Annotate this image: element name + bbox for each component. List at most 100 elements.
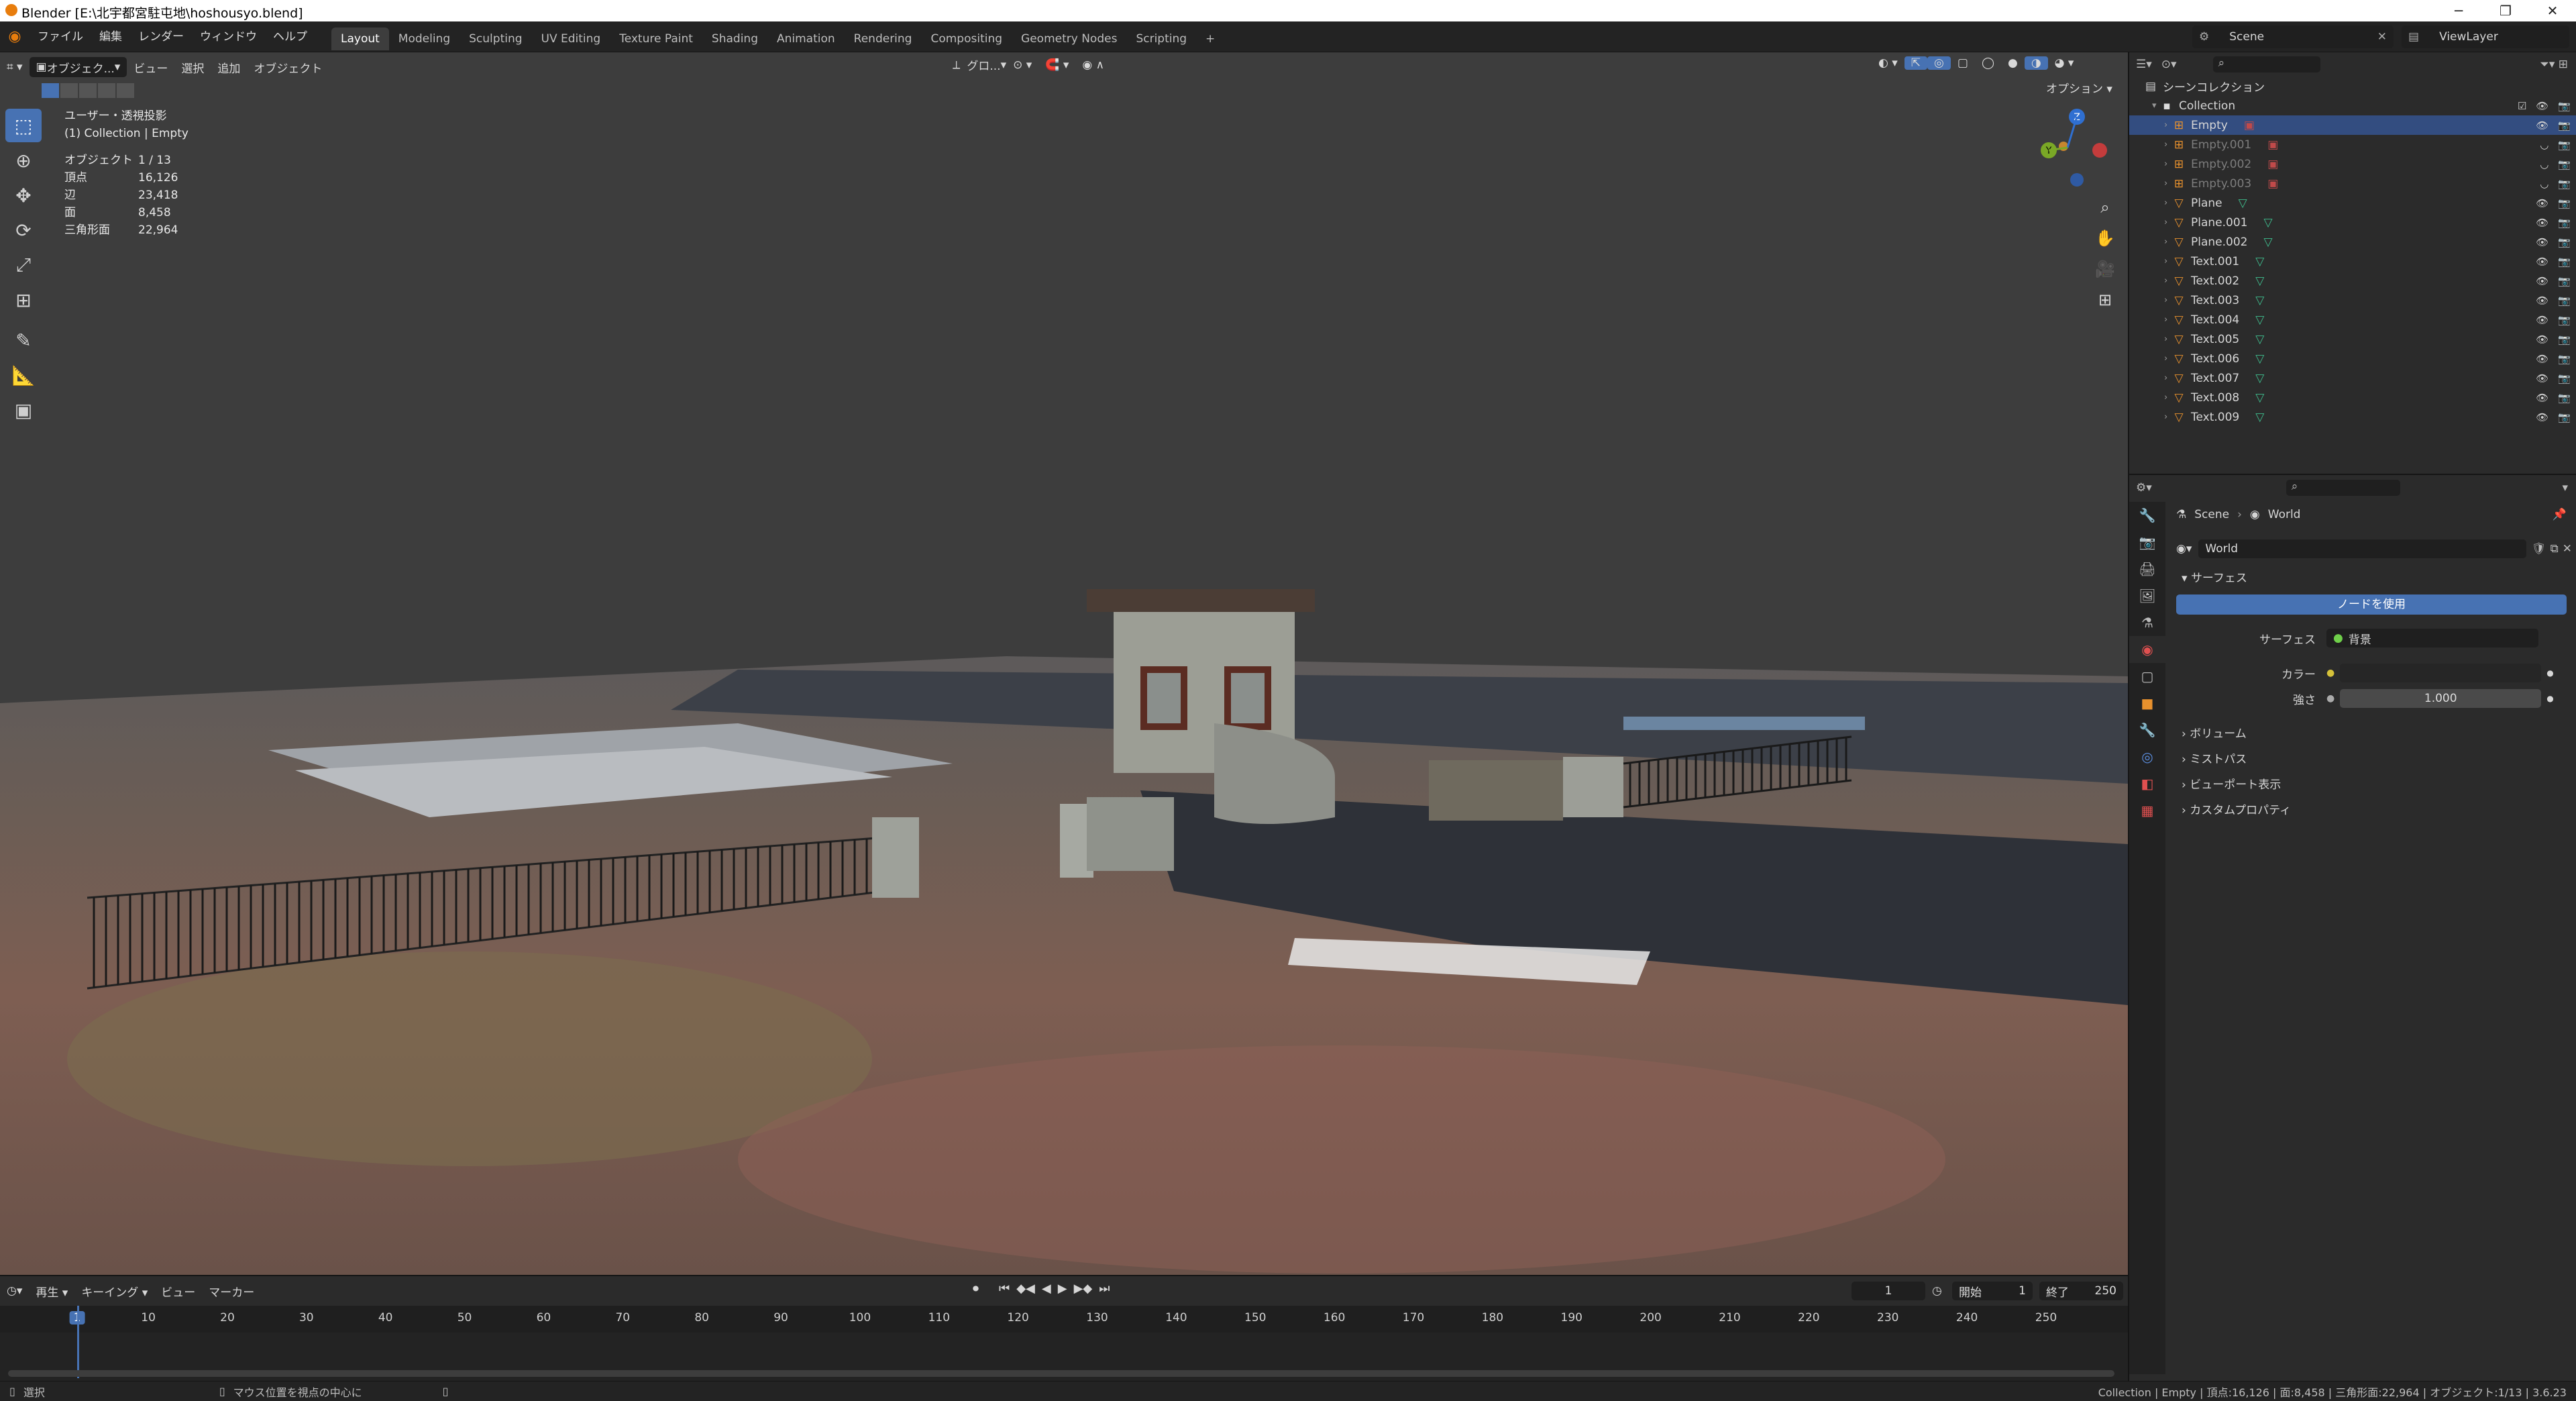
camera-icon[interactable]: 📷 [2558, 353, 2571, 365]
menu-render[interactable]: レンダー [130, 21, 192, 52]
camera-icon[interactable]: 📷 [2558, 275, 2571, 287]
properties-search-input[interactable]: ⌕ [2286, 480, 2400, 496]
collection-row[interactable]: ▾ ▪ Collection ☑ 👁 📷 [2129, 96, 2576, 115]
transform-orientation[interactable]: ⟂ グロ... ▾ ⊙ ▾ 🧲 ▾ ◉ ∧ [946, 56, 1111, 74]
annotate-tool-icon[interactable]: ✎ [5, 323, 42, 357]
tab-uv-editing[interactable]: UV Editing [532, 28, 610, 50]
chevron-right-icon[interactable]: › [2164, 217, 2172, 227]
panel-volume[interactable]: › ボリューム [2169, 722, 2572, 746]
options-chevron-icon[interactable]: ▾ [2562, 481, 2568, 495]
color-swatch[interactable] [2340, 664, 2542, 682]
menu-view[interactable]: ビュー [127, 59, 174, 76]
chevron-right-icon[interactable]: › [2164, 295, 2172, 305]
rotate-tool-icon[interactable]: ⟳ [5, 213, 42, 247]
use-nodes-button[interactable]: ノードを使用 [2176, 594, 2567, 615]
menu-select[interactable]: 選択 [174, 59, 211, 76]
chevron-right-icon[interactable]: › [2164, 237, 2172, 247]
outliner-item[interactable]: › ▽ Text.005 ▽ 👁 📷 [2129, 329, 2576, 349]
3d-viewport[interactable]: ⌗ ▾ ▣ オブジェク... ▾ ビュー 選択 追加 オブジェクト ⟂ グロ..… [0, 52, 2128, 1275]
eye-closed-icon[interactable]: ◡ [2540, 139, 2548, 151]
eye-icon[interactable]: 👁 [2536, 392, 2548, 404]
eye-icon[interactable]: 👁 [2536, 314, 2548, 326]
transform-tool-icon[interactable]: ⊞ [5, 283, 42, 317]
eye-icon[interactable]: 👁 [2536, 100, 2548, 112]
chevron-right-icon[interactable]: › [2164, 354, 2172, 364]
scene-collection-row[interactable]: ▤ シーンコレクション [2129, 76, 2576, 96]
scene-selector[interactable]: ⚙ Scene ✕ [2192, 25, 2394, 48]
modifiers-tab-icon[interactable]: 🔧 [2129, 717, 2165, 743]
outliner-item[interactable]: › ⊞ Empty.003 ▣ ◡ 📷 [2129, 174, 2576, 193]
data-icon[interactable]: ▽ [2255, 352, 2264, 366]
select-subtract-icon[interactable] [79, 83, 97, 98]
scale-tool-icon[interactable]: ⤢ [5, 248, 42, 282]
proportional-edit-icon[interactable]: ◉ ∧ [1075, 58, 1111, 72]
pin-icon[interactable]: 📌 [2553, 508, 2567, 521]
maximize-button[interactable]: ❐ [2482, 0, 2529, 21]
outliner-item[interactable]: › ▽ Text.009 ▽ 👁 📷 [2129, 407, 2576, 427]
gizmo-toggle-icon[interactable]: ⇱ [1904, 56, 1928, 70]
menu-help[interactable]: ヘルプ [265, 21, 315, 52]
visibility-icon[interactable]: ◐ ▾ [1872, 56, 1904, 70]
outliner-item[interactable]: › ▽ Plane.002 ▽ 👁 📷 [2129, 232, 2576, 252]
strength-field[interactable]: 1.000 [2340, 689, 2542, 708]
eye-icon[interactable]: 👁 [2536, 236, 2548, 248]
eye-closed-icon[interactable]: ◡ [2540, 178, 2548, 190]
chevron-right-icon[interactable]: › [2164, 256, 2172, 266]
camera-icon[interactable]: 📷 [2558, 333, 2571, 346]
xray-icon[interactable]: ▢ [1951, 56, 1975, 70]
scene-tab-icon[interactable]: ⚗ [2129, 609, 2165, 636]
tab-shading[interactable]: Shading [702, 28, 767, 50]
camera-icon[interactable]: 📷 [2558, 256, 2571, 268]
eye-icon[interactable]: 👁 [2536, 256, 2548, 268]
panel-mist-pass[interactable]: › ミストパス [2169, 747, 2572, 772]
tab-sculpting[interactable]: Sculpting [460, 28, 531, 50]
outliner-item[interactable]: › ▽ Text.003 ▽ 👁 📷 [2129, 291, 2576, 310]
world-browse-icon[interactable]: ◉▾ [2176, 542, 2192, 556]
outliner-item[interactable]: › ▽ Text.008 ▽ 👁 📷 [2129, 388, 2576, 407]
menu-window[interactable]: ウィンドウ [192, 21, 265, 52]
options-dropdown[interactable]: オプション ▾ [2039, 79, 2119, 96]
tab-rendering[interactable]: Rendering [845, 28, 922, 50]
keyframe-dot-icon[interactable]: ● [2546, 694, 2553, 703]
chevron-down-icon[interactable]: ▾ [2152, 101, 2160, 111]
chevron-right-icon[interactable]: › [2164, 315, 2172, 325]
eye-icon[interactable]: 👁 [2536, 217, 2548, 229]
camera-icon[interactable]: 📷 [2558, 197, 2571, 209]
data-icon[interactable]: ▽ [2255, 294, 2264, 307]
menu-file[interactable]: ファイル [30, 21, 91, 52]
navigation-gizmo[interactable]: Z Y [2026, 106, 2127, 193]
zoom-icon[interactable]: ⌕ [2092, 192, 2118, 223]
camera-icon[interactable]: 📷 [2558, 119, 2571, 132]
tab-modeling[interactable]: Modeling [389, 28, 460, 50]
eye-icon[interactable]: 👁 [2536, 353, 2548, 365]
chevron-right-icon[interactable]: › [2164, 159, 2172, 169]
keyframe-dot-icon[interactable]: ● [2546, 668, 2553, 678]
collection-tab-icon[interactable]: ▢ [2129, 663, 2165, 690]
tab-compositing[interactable]: Compositing [921, 28, 1012, 50]
camera-icon[interactable]: 📷 [2558, 236, 2571, 248]
filter-icon[interactable]: ⏷▾ ⊞ [2540, 58, 2568, 71]
chevron-right-icon[interactable]: › [2164, 140, 2172, 150]
camera-icon[interactable]: 📷 [2558, 314, 2571, 326]
eye-icon[interactable]: 👁 [2536, 372, 2548, 384]
editor-type-icon[interactable]: ☰▾ [2136, 58, 2152, 71]
ortho-grid-icon[interactable]: ⊞ [2092, 284, 2118, 315]
view-layer-tab-icon[interactable]: 🖼 [2129, 582, 2165, 609]
camera-icon[interactable]: 📷 [2558, 392, 2571, 404]
chevron-right-icon[interactable]: › [2164, 373, 2172, 383]
world-tab-icon[interactable]: ◉ [2129, 636, 2165, 663]
constraint-icon[interactable]: ▣ [2244, 119, 2255, 132]
data-icon[interactable]: ▽ [2255, 411, 2264, 424]
timeline-scrollbar[interactable] [8, 1370, 2114, 1377]
data-icon[interactable]: ▽ [2255, 255, 2264, 268]
render-tab-icon[interactable]: 📷 [2129, 529, 2165, 556]
camera-icon[interactable]: 📷 [2558, 158, 2571, 170]
camera-icon[interactable]: 📷 [2558, 411, 2571, 423]
panel-custom-properties[interactable]: › カスタムプロパティ [2169, 798, 2572, 823]
outliner-item[interactable]: › ▽ Text.006 ▽ 👁 📷 [2129, 349, 2576, 368]
eye-icon[interactable]: 👁 [2536, 197, 2548, 209]
checkbox-icon[interactable]: ☑ [2518, 100, 2526, 112]
eye-icon[interactable]: 👁 [2536, 295, 2548, 307]
outliner-item[interactable]: › ▽ Plane ▽ 👁 📷 [2129, 193, 2576, 213]
outliner-item[interactable]: › ⊞ Empty.001 ▣ ◡ 📷 [2129, 135, 2576, 154]
